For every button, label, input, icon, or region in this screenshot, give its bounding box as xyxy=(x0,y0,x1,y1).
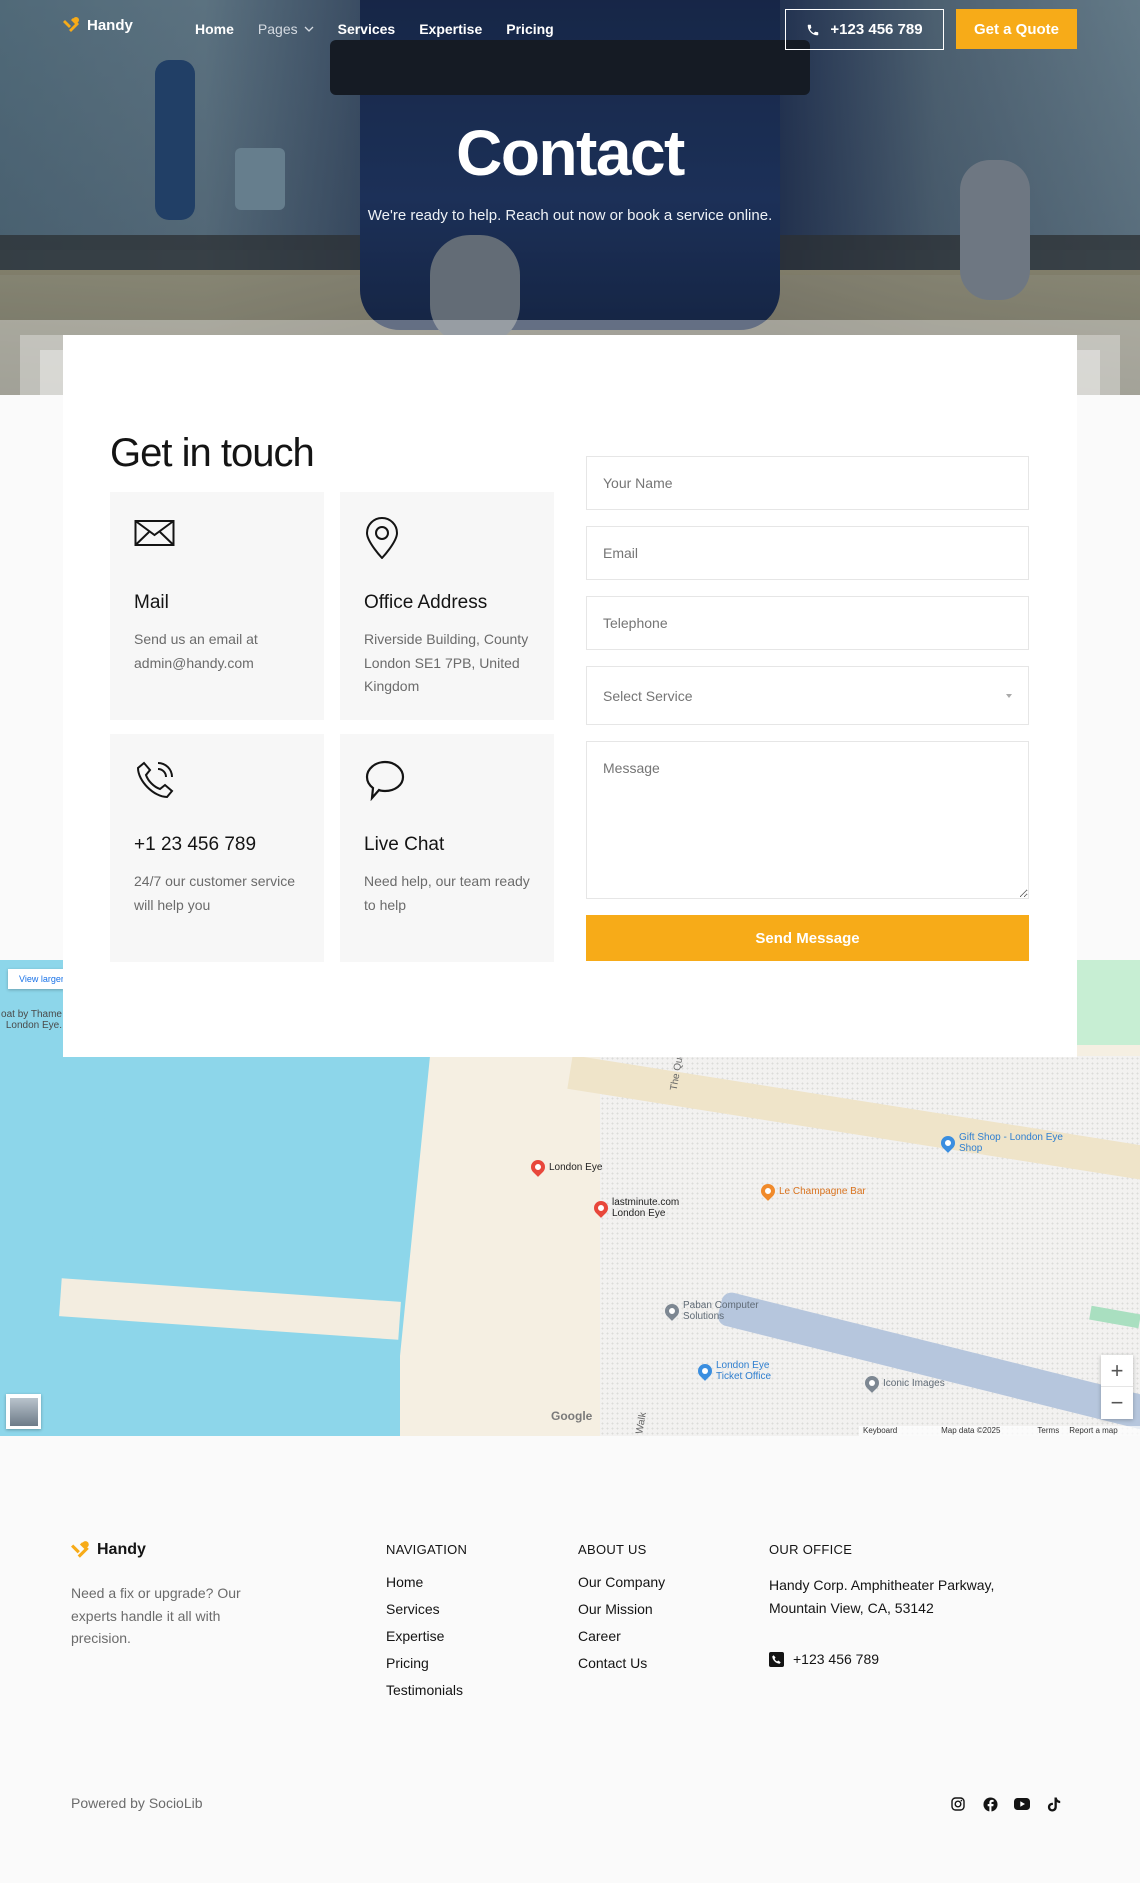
info-card-chat: Live Chat Need help, our team ready to h… xyxy=(340,734,554,962)
email-field[interactable] xyxy=(586,526,1029,580)
info-card-title: Live Chat xyxy=(364,834,445,855)
footer-navigation: NAVIGATION Home Services Expertise Prici… xyxy=(386,1542,467,1709)
contact-heading: Get in touch xyxy=(110,431,315,475)
office-phone[interactable]: +123 456 789 xyxy=(769,1651,879,1667)
page-subtitle: We're ready to help. Reach out now or bo… xyxy=(367,207,773,224)
facebook-icon[interactable] xyxy=(982,1796,998,1812)
footer-link-career[interactable]: Career xyxy=(578,1628,665,1645)
map-pin-icon xyxy=(365,517,399,559)
top-nav: Handy Home Pages Services Expertise Pric… xyxy=(0,0,1140,60)
map-marker-icon xyxy=(591,1198,611,1218)
name-input[interactable] xyxy=(586,456,1029,510)
view-larger-map-link[interactable]: View larger map xyxy=(8,969,64,989)
map-park-area xyxy=(1077,960,1140,1045)
ticket-marker-icon xyxy=(695,1361,715,1381)
office-address: Handy Corp. Amphitheater Parkway, Mounta… xyxy=(769,1577,995,1616)
info-card-title: +1 23 456 789 xyxy=(134,834,257,855)
footer-column-heading: OUR OFFICE xyxy=(769,1542,853,1557)
phone-icon xyxy=(808,24,819,35)
footer-link-expertise[interactable]: Expertise xyxy=(386,1628,467,1645)
tools-logo-icon xyxy=(63,17,79,32)
footer-column-heading: NAVIGATION xyxy=(386,1542,468,1557)
brand-name: Handy xyxy=(87,16,133,34)
info-card-text: Send us an email at admin@handy.com xyxy=(134,631,258,671)
message-textarea[interactable] xyxy=(586,741,1029,899)
map-marker-icon xyxy=(528,1157,548,1177)
service-select[interactable]: Select Service xyxy=(586,666,1029,725)
office-phone-label: +123 456 789 xyxy=(793,1651,880,1667)
phone-icon xyxy=(136,761,174,799)
map-marker-icon xyxy=(662,1301,682,1321)
service-select-value: Select Service xyxy=(603,687,693,704)
info-card-address: Office Address Riverside Building, Count… xyxy=(340,492,554,720)
youtube-icon[interactable] xyxy=(1014,1796,1030,1812)
map-pin-lastminute[interactable]: lastminute.com London Eye xyxy=(591,1197,692,1219)
instagram-icon[interactable] xyxy=(950,1796,966,1812)
google-watermark: Google xyxy=(551,1409,593,1423)
tools-logo-icon xyxy=(71,1541,89,1558)
footer xyxy=(0,1436,1140,1883)
info-card-title: Mail xyxy=(134,592,169,613)
nav-expertise[interactable]: Expertise xyxy=(419,21,482,37)
nav-home[interactable]: Home xyxy=(195,21,234,37)
info-card-text: Need help, our team ready to help xyxy=(364,873,530,913)
phone-square-icon xyxy=(769,1651,784,1667)
info-card-text: 24/7 our customer service will help you xyxy=(134,873,296,913)
info-card-phone: +1 23 456 789 24/7 our customer service … xyxy=(110,734,324,962)
tiktok-icon[interactable] xyxy=(1046,1796,1062,1812)
mail-icon xyxy=(134,520,175,546)
footer-link-contact-us[interactable]: Contact Us xyxy=(578,1655,665,1672)
info-card-text: Riverside Building, County London SE1 7P… xyxy=(364,631,529,694)
powered-by[interactable]: Powered by SocioLib xyxy=(71,1795,203,1811)
zoom-out-button[interactable]: − xyxy=(1101,1387,1133,1419)
map-pin-ticket-office[interactable]: London Eye Ticket Office xyxy=(695,1360,786,1382)
footer-link-services[interactable]: Services xyxy=(386,1601,467,1618)
call-button-label: +123 456 789 xyxy=(830,21,923,38)
send-message-button[interactable]: Send Message xyxy=(586,915,1029,961)
footer-link-home[interactable]: Home xyxy=(386,1574,467,1591)
main-menu: Home Pages Services Expertise Pricing xyxy=(195,21,578,37)
street-view-thumbnail[interactable] xyxy=(6,1394,41,1429)
footer-link-our-company[interactable]: Our Company xyxy=(578,1574,665,1591)
shop-marker-icon xyxy=(938,1133,958,1153)
zoom-in-button[interactable]: + xyxy=(1101,1355,1133,1387)
nav-pages-label: Pages xyxy=(257,21,298,37)
footer-column-heading: ABOUT US xyxy=(578,1542,647,1557)
footer-logo[interactable]: Handy xyxy=(71,1540,146,1560)
page-title: Contact xyxy=(456,117,685,189)
map-pin-iconic-images[interactable]: Iconic Images xyxy=(862,1373,945,1393)
chat-bubble-icon xyxy=(365,760,405,801)
nav-services[interactable]: Services xyxy=(338,21,396,37)
map-pin-champagne-bar[interactable]: Le Champagne Bar xyxy=(758,1181,866,1201)
footer-link-testimonials[interactable]: Testimonials xyxy=(386,1682,467,1699)
caret-down-icon xyxy=(1006,693,1012,698)
nav-pricing[interactable]: Pricing xyxy=(506,21,553,37)
map-pin-paban[interactable]: Paban Computer Solutions xyxy=(662,1300,773,1322)
map-pin-london-eye[interactable]: London Eye xyxy=(528,1157,602,1177)
social-links xyxy=(950,1796,1062,1812)
footer-description: Need a fix or upgrade? Our experts handl… xyxy=(71,1585,241,1646)
map-marker-icon xyxy=(862,1373,882,1393)
map-pin-gift-shop[interactable]: Gift Shop - London Eye Shop xyxy=(938,1132,1069,1154)
get-quote-button[interactable]: Get a Quote xyxy=(956,9,1077,49)
info-card-mail: Mail Send us an email at admin@handy.com xyxy=(110,492,324,720)
footer-brand-name: Handy xyxy=(97,1541,146,1558)
brand-logo[interactable]: Handy xyxy=(63,16,133,34)
info-card-title: Office Address xyxy=(364,592,488,613)
map-zoom-control: + − xyxy=(1101,1355,1133,1419)
map-label: oat by Thame London Eye. xyxy=(1,1009,62,1031)
telephone-field[interactable] xyxy=(586,596,1029,650)
footer-link-pricing[interactable]: Pricing xyxy=(386,1655,467,1672)
footer-link-our-mission[interactable]: Our Mission xyxy=(578,1601,665,1618)
nav-pages[interactable]: Pages xyxy=(258,21,314,37)
chevron-down-icon xyxy=(304,26,314,32)
footer-about: ABOUT US Our Company Our Mission Career … xyxy=(578,1542,665,1682)
bar-marker-icon xyxy=(758,1181,778,1201)
footer-office: OUR OFFICE xyxy=(769,1542,852,1574)
call-button[interactable]: +123 456 789 xyxy=(785,9,944,50)
